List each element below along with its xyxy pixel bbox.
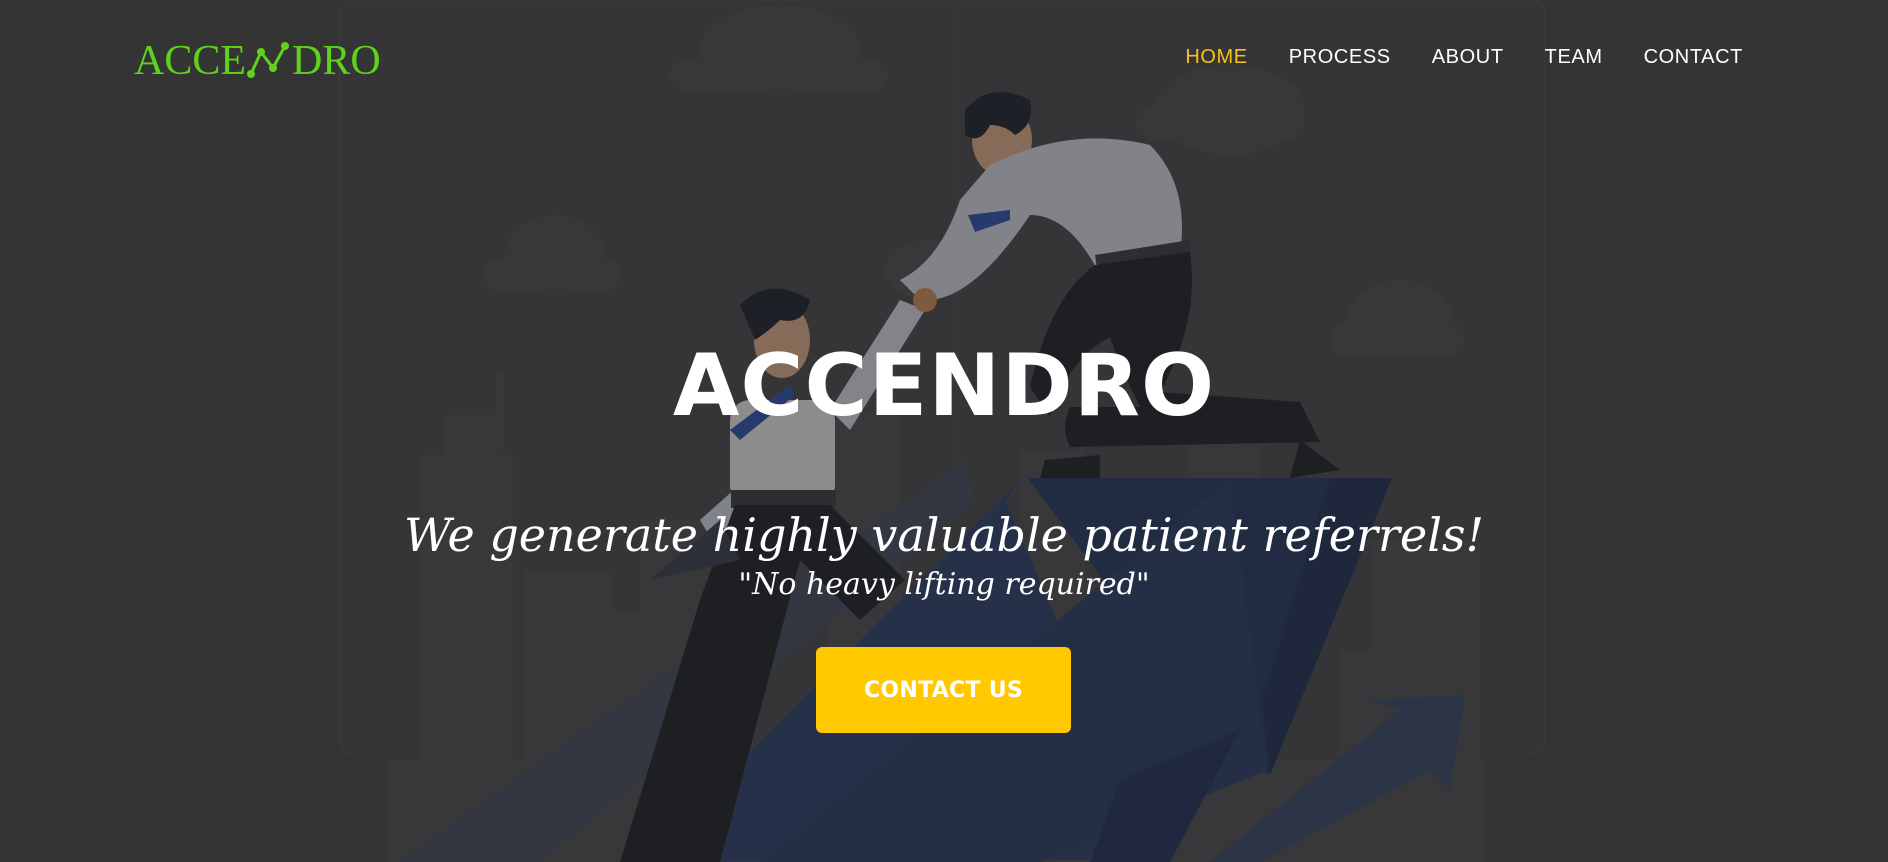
nav-about[interactable]: ABOUT — [1432, 46, 1504, 69]
line-chart-icon — [247, 42, 290, 78]
nav-home[interactable]: HOME — [1185, 46, 1247, 69]
logo-text-right: DRO — [292, 38, 381, 84]
brand-logo[interactable]: ACCE DRO — [134, 36, 381, 86]
hero-section: ACCE DRO HOME PROCESS ABOUT TEAM CONTACT… — [0, 0, 1888, 862]
nav-team[interactable]: TEAM — [1545, 46, 1603, 69]
hero-title: ACCENDRO — [672, 336, 1216, 436]
logo-text-left: ACCE — [134, 38, 247, 84]
nav-process[interactable]: PROCESS — [1289, 46, 1391, 69]
hero-subtitle: We generate highly valuable patient refe… — [403, 508, 1485, 562]
nav-contact[interactable]: CONTACT — [1644, 46, 1743, 69]
contact-us-button[interactable]: CONTACT US — [816, 647, 1071, 733]
main-nav: HOME PROCESS ABOUT TEAM CONTACT — [1185, 46, 1743, 69]
hero-quote: "No heavy lifting required" — [738, 567, 1150, 602]
